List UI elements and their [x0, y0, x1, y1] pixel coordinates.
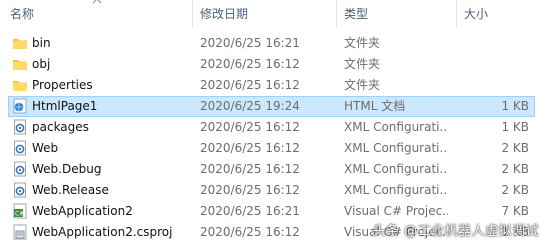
file-modified-date: 2020/6/25 16:12 [200, 78, 300, 92]
file-row[interactable]: C# WebApplication2 2020/6/25 16:21 Visual C… [0, 201, 543, 222]
file-size: 2 KB [501, 183, 529, 197]
file-name: HtmlPage1 [32, 99, 98, 113]
column-divider[interactable] [456, 0, 457, 28]
file-name: obj [32, 57, 51, 71]
column-header-bar: 名称 修改日期 类型 大小 [0, 0, 543, 28]
file-type: 文件夹 [344, 36, 381, 50]
file-type: XML Configurati... [344, 162, 448, 176]
file-row[interactable]: Web 2020/6/25 16:12 XML Configurati... 2 KB [0, 138, 543, 159]
file-row[interactable]: HtmlPage1 2020/6/25 19:24 HTML 文档 1 KB [0, 96, 543, 117]
file-name: Properties [32, 78, 93, 92]
svg-text:C#: C# [15, 211, 24, 218]
file-row[interactable]: packages 2020/6/25 16:12 XML Configurati..… [0, 117, 543, 138]
file-modified-date: 2020/6/25 19:24 [200, 99, 300, 113]
file-modified-date: 2020/6/25 16:12 [200, 162, 300, 176]
file-type: 文件夹 [344, 57, 381, 71]
file-name: bin [32, 36, 51, 50]
csproj-user-file-icon [12, 224, 28, 240]
file-size: 1 KB [501, 120, 529, 134]
folder-icon [12, 56, 28, 72]
file-name: packages [32, 120, 89, 134]
file-name: Web.Debug [32, 162, 102, 176]
watermark: 头条 @工业机器人虚拟调试 [372, 224, 539, 239]
config-file-icon [12, 182, 28, 198]
file-modified-date: 2020/6/25 16:21 [200, 36, 300, 50]
file-size: 1 KB [501, 99, 529, 113]
file-name: Web.Release [32, 183, 109, 197]
file-row[interactable]: obj 2020/6/25 16:12 文件夹 [0, 54, 543, 75]
file-size: 2 KB [501, 162, 529, 176]
file-size: 7 KB [501, 204, 529, 218]
file-name: WebApplication2.csproj [32, 225, 173, 239]
column-divider[interactable] [192, 0, 193, 28]
file-type: XML Configurati... [344, 141, 448, 155]
file-type: XML Configurati... [344, 120, 448, 134]
file-modified-date: 2020/6/25 16:12 [200, 120, 300, 134]
file-list: bin 2020/6/25 16:21 文件夹 obj 2020/6/25 16:12 文… [0, 33, 543, 243]
folder-icon [12, 77, 28, 93]
config-file-icon [12, 119, 28, 135]
file-modified-date: 2020/6/25 16:12 [200, 57, 300, 71]
file-explorer: 名称 修改日期 类型 大小 bin 2020/6/25 16:21 文件夹 obj 20… [0, 0, 543, 245]
file-size: 2 KB [501, 141, 529, 155]
file-row[interactable]: Web.Debug 2020/6/25 16:12 XML Configurati.… [0, 159, 543, 180]
column-divider[interactable] [336, 0, 337, 28]
config-file-icon [12, 161, 28, 177]
column-header-size[interactable]: 大小 [464, 0, 488, 28]
csproj-file-icon: C# [12, 203, 28, 219]
file-type: 文件夹 [344, 78, 381, 92]
file-modified-date: 2020/6/25 16:21 [200, 204, 300, 218]
file-type: Visual C# Projec... [344, 204, 448, 218]
file-modified-date: 2020/6/25 16:12 [200, 141, 300, 155]
file-name: WebApplication2 [32, 204, 133, 218]
file-modified-date: 2020/6/25 16:12 [200, 225, 300, 239]
file-name: Web [32, 141, 59, 155]
config-file-icon [12, 140, 28, 156]
folder-icon [12, 35, 28, 51]
file-type: HTML 文档 [344, 99, 406, 113]
sort-chevron-icon[interactable] [92, 0, 102, 5]
column-header-type[interactable]: 类型 [344, 0, 368, 28]
file-type: XML Configurati... [344, 183, 448, 197]
file-row[interactable]: bin 2020/6/25 16:21 文件夹 [0, 33, 543, 54]
file-row[interactable]: Properties 2020/6/25 16:12 文件夹 [0, 75, 543, 96]
file-row[interactable]: Web.Release 2020/6/25 16:12 XML Configurat… [0, 180, 543, 201]
file-modified-date: 2020/6/25 16:12 [200, 183, 300, 197]
column-header-name[interactable]: 名称 [10, 0, 34, 28]
html-file-icon [12, 98, 28, 114]
column-header-modified[interactable]: 修改日期 [200, 0, 248, 28]
